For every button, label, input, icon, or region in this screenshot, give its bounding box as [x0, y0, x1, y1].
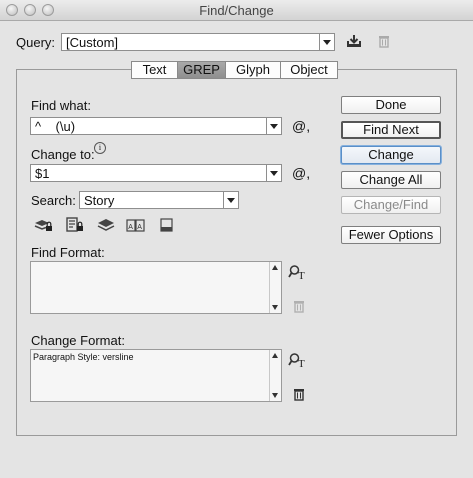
- master-pages-icon[interactable]: A A: [126, 217, 146, 233]
- change-to-field[interactable]: $1: [30, 164, 282, 182]
- special-characters-glyph: @,: [292, 165, 311, 181]
- specify-change-format-icon[interactable]: T: [288, 352, 308, 368]
- locked-stories-icon[interactable]: [65, 217, 85, 233]
- find-format-label: Find Format:: [31, 245, 105, 260]
- chevron-down-icon[interactable]: [319, 34, 334, 50]
- chevron-down-icon[interactable]: [266, 165, 281, 181]
- scroll-up-icon[interactable]: [272, 265, 278, 270]
- special-characters-icon[interactable]: @,: [292, 165, 310, 181]
- find-next-button[interactable]: Find Next: [341, 121, 441, 139]
- change-format-scrollbar[interactable]: [269, 350, 281, 401]
- special-characters-icon[interactable]: @,: [292, 118, 310, 134]
- find-what-field[interactable]: ^ (\u): [30, 117, 282, 135]
- find-what-value: ^ (\u): [35, 119, 76, 134]
- title-bar: Find/Change: [0, 0, 473, 21]
- change-to-label: Change to:: [31, 147, 95, 162]
- search-scope-value: Story: [84, 193, 115, 208]
- footnotes-icon[interactable]: [157, 217, 177, 233]
- tab-glyph[interactable]: Glyph: [226, 61, 281, 79]
- change-button[interactable]: Change: [341, 146, 441, 164]
- save-query-icon[interactable]: [344, 33, 364, 49]
- query-dropdown[interactable]: [Custom]: [61, 33, 335, 51]
- svg-text:T: T: [298, 270, 305, 280]
- chevron-down-icon[interactable]: [266, 118, 281, 134]
- find-what-label: Find what:: [31, 98, 91, 113]
- search-label: Search:: [31, 193, 76, 208]
- specify-find-format-icon[interactable]: T: [288, 264, 308, 280]
- hidden-layers-icon[interactable]: [96, 217, 116, 233]
- tab-bar: Text GREP Glyph Object: [131, 61, 338, 79]
- tab-object[interactable]: Object: [281, 61, 338, 79]
- clear-change-format-icon[interactable]: [290, 386, 310, 402]
- change-format-box[interactable]: Paragraph Style: versline: [30, 349, 282, 402]
- done-button[interactable]: Done: [341, 96, 441, 114]
- find-format-box[interactable]: [30, 261, 282, 314]
- locked-layers-icon[interactable]: [34, 217, 54, 233]
- search-scope-dropdown[interactable]: Story: [79, 191, 239, 209]
- change-all-button[interactable]: Change All: [341, 171, 441, 189]
- change-format-label: Change Format:: [31, 333, 125, 348]
- find-format-scrollbar[interactable]: [269, 262, 281, 313]
- special-characters-glyph: @,: [292, 118, 311, 134]
- svg-text:T: T: [298, 358, 305, 368]
- info-icon[interactable]: i: [94, 142, 106, 154]
- fewer-options-button[interactable]: Fewer Options: [341, 226, 441, 244]
- window-title: Find/Change: [199, 3, 274, 18]
- tab-text[interactable]: Text: [131, 61, 178, 79]
- change-to-value: $1: [35, 166, 50, 181]
- scroll-down-icon[interactable]: [272, 393, 278, 398]
- query-label: Query:: [16, 35, 56, 50]
- svg-text:A: A: [137, 224, 142, 231]
- change-find-button[interactable]: Change/Find: [341, 196, 441, 214]
- query-value: [Custom]: [66, 35, 119, 50]
- scroll-down-icon[interactable]: [272, 305, 278, 310]
- clear-find-format-icon[interactable]: [290, 298, 310, 314]
- tab-grep[interactable]: GREP: [178, 61, 226, 79]
- info-glyph: i: [98, 143, 102, 152]
- trash-icon[interactable]: [374, 33, 394, 49]
- change-format-value: Paragraph Style: versline: [33, 352, 134, 362]
- scroll-up-icon[interactable]: [272, 353, 278, 358]
- svg-text:A: A: [128, 224, 133, 231]
- chevron-down-icon[interactable]: [223, 192, 238, 208]
